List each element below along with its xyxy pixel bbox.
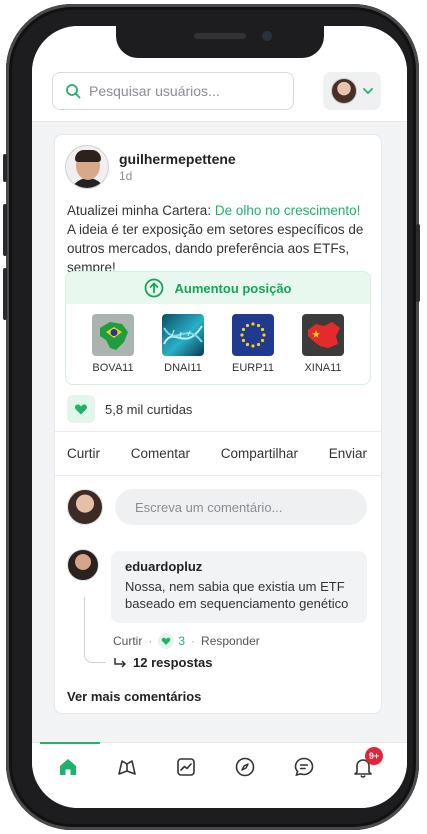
eu-flag-icon <box>232 314 274 356</box>
bottom-tab-bar: 9+ <box>32 742 407 808</box>
author-avatar[interactable] <box>65 145 109 189</box>
reactions-summary[interactable]: 5,8 mil curtidas <box>67 395 192 423</box>
volume-up-button <box>3 204 7 256</box>
comment-button[interactable]: Comentar <box>131 446 190 461</box>
position-title: Aumentou posição <box>174 280 292 296</box>
mute-switch <box>3 154 7 182</box>
author-name[interactable]: guilhermepettene <box>119 151 236 167</box>
phone-frame: guilhermepettene 1d Atualizei minha Cart… <box>3 4 420 830</box>
comment-like-button[interactable]: Curtir <box>113 634 142 648</box>
asset-ticker: DNAI11 <box>164 362 202 374</box>
view-more-comments-link[interactable]: Ver mais comentários <box>67 689 201 704</box>
comment-bubble: eduardopluz Nossa, nem sabia que existia… <box>111 551 367 623</box>
tab-wallet[interactable] <box>115 755 139 779</box>
app-screen: guilhermepettene 1d Atualizei minha Cart… <box>32 26 407 808</box>
post-actions: Curtir Comentar Compartilhar Enviar <box>67 446 367 461</box>
wallet-icon <box>118 760 136 775</box>
send-button[interactable]: Enviar <box>329 446 367 461</box>
search-input[interactable] <box>89 83 279 99</box>
tab-home[interactable] <box>56 755 80 779</box>
reply-arrow-icon <box>114 657 127 668</box>
comment-actions: Curtir · 3 · Responder <box>113 633 260 649</box>
heart-icon <box>158 633 175 649</box>
brazil-map-icon <box>92 314 134 356</box>
share-button[interactable]: Compartilhar <box>221 446 298 461</box>
comment-like-count[interactable]: 3 <box>158 633 185 649</box>
tab-charts[interactable] <box>174 755 198 779</box>
china-map-icon <box>302 314 344 356</box>
post-text-prefix: Atualizei minha Cartera: <box>67 203 215 218</box>
post-time: 1d <box>119 169 133 183</box>
avatar <box>67 489 103 525</box>
portfolio-link[interactable]: De olho no crescimento! <box>215 203 361 218</box>
comment-text: Nossa, nem sabia que existia um ETF base… <box>125 579 349 611</box>
view-replies-link[interactable]: 12 respostas <box>113 655 213 670</box>
asset-item[interactable]: XINA11 <box>293 314 353 374</box>
profile-menu-button[interactable] <box>323 72 381 110</box>
post-text: Atualizei minha Cartera: De olho no cres… <box>67 201 367 277</box>
divider <box>55 475 381 476</box>
position-header: Aumentou posição <box>66 272 370 304</box>
comment-reply-button[interactable]: Responder <box>201 634 260 648</box>
like-button[interactable]: Curtir <box>67 446 100 461</box>
tab-explore[interactable] <box>233 755 257 779</box>
replies-count: 12 respostas <box>133 655 213 670</box>
post-text-body: A ideia é ter exposição em setores espec… <box>67 222 364 275</box>
notification-badge: 9+ <box>365 747 383 765</box>
like-count: 3 <box>178 634 186 648</box>
chart-icon <box>177 758 195 776</box>
post-card: guilhermepettene 1d Atualizei minha Cart… <box>54 134 382 714</box>
position-update-box[interactable]: Aumentou posição BOVA11 DNAI11 EURP11 XI… <box>65 271 371 385</box>
power-button <box>416 224 420 302</box>
asset-item[interactable]: BOVA11 <box>83 314 143 374</box>
asset-ticker: BOVA11 <box>92 362 134 374</box>
asset-list: BOVA11 DNAI11 EURP11 XINA11 <box>66 304 370 374</box>
chat-icon <box>294 757 314 777</box>
tab-notifications[interactable]: 9+ <box>351 747 383 779</box>
asset-ticker: XINA11 <box>304 362 342 374</box>
heart-icon <box>67 395 95 423</box>
asset-item[interactable]: DNAI11 <box>153 314 213 374</box>
compass-icon <box>235 757 255 777</box>
active-tab-indicator <box>40 742 100 744</box>
dna-helix-icon <box>162 314 204 356</box>
comment-composer <box>67 489 367 525</box>
asset-ticker: EURP11 <box>232 362 274 374</box>
asset-item[interactable]: EURP11 <box>223 314 283 374</box>
notch <box>116 26 324 58</box>
avatar <box>331 78 357 104</box>
commenter-name[interactable]: eduardopluz <box>125 559 353 574</box>
commenter-avatar[interactable] <box>67 549 99 581</box>
divider <box>55 431 381 432</box>
post-author[interactable]: guilhermepettene 1d <box>65 145 236 189</box>
search-bar[interactable] <box>52 72 294 110</box>
chevron-down-icon <box>363 88 373 94</box>
tab-messages[interactable] <box>292 755 316 779</box>
arrow-up-circle-icon <box>145 278 164 298</box>
home-icon <box>60 759 76 775</box>
volume-down-button <box>3 268 7 320</box>
search-icon <box>66 84 81 99</box>
comment-input[interactable] <box>115 489 367 525</box>
thread-connector <box>84 597 106 663</box>
reaction-count: 5,8 mil curtidas <box>105 401 193 417</box>
